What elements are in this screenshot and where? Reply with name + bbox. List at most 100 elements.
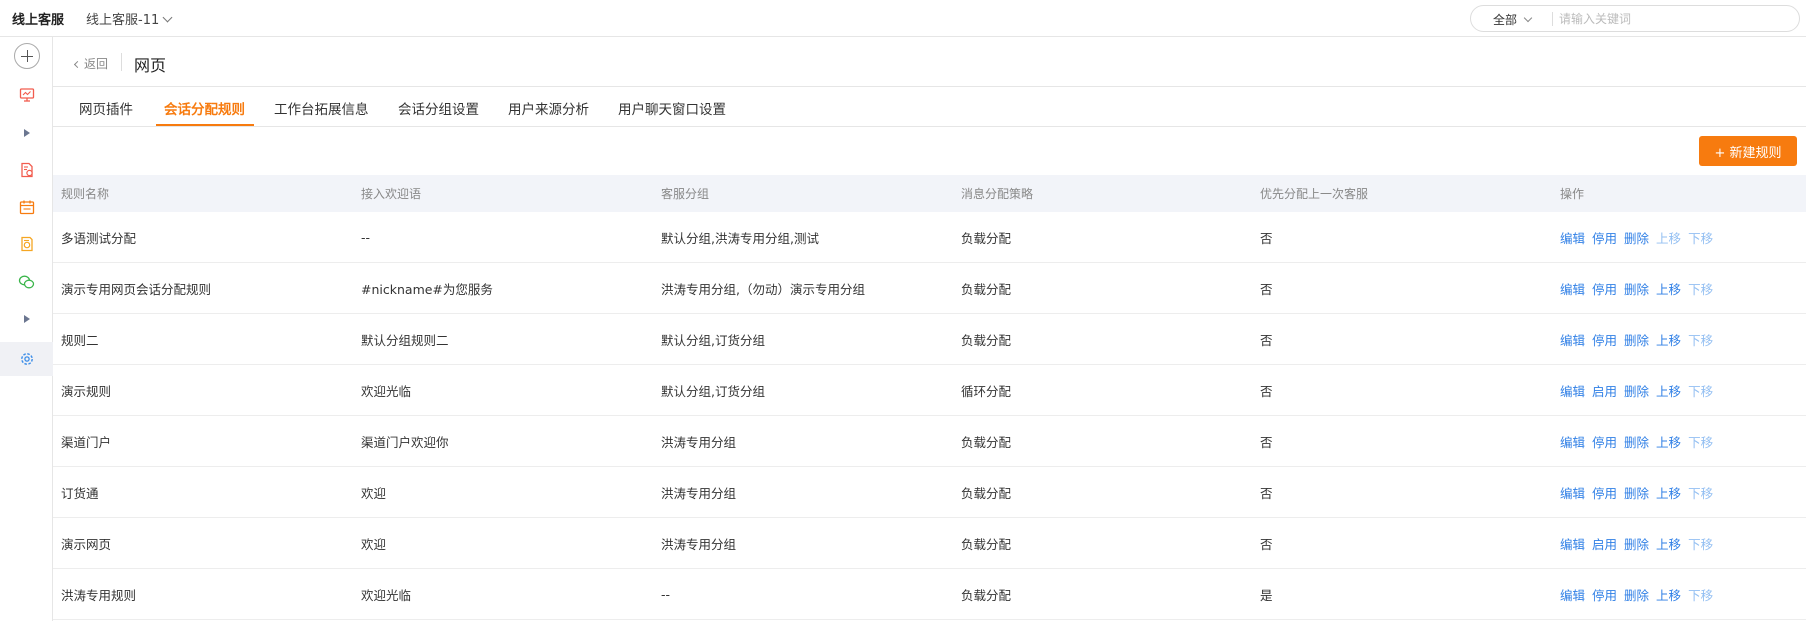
toggle-status-link[interactable]: 停用 [1592,228,1617,247]
table-body: 多语测试分配 -- 默认分组,洪涛专用分组,测试 负载分配否编辑 停用 删除 上移 下移 演示专… [53,212,1806,620]
rules-table: 规则名称 接入欢迎语 客服分组 消息分配策略 优先分配上一次客服 操作 多语测试… [53,175,1806,620]
workspace-selector[interactable]: 线上客服-11 [86,9,173,28]
rail-add-button[interactable] [0,39,53,73]
col-header-actions: 操作 [1560,187,1585,201]
delete-link[interactable]: 删除 [1624,330,1649,349]
tab-session-rules[interactable]: 会话分配规则 [164,98,245,118]
cell-assign-strategy: 负载分配 [961,332,1012,348]
move-down-link[interactable]: 下移 [1688,432,1713,451]
edit-link[interactable]: 编辑 [1560,381,1585,400]
move-up-link[interactable]: 上移 [1656,330,1681,349]
header-divider [121,53,122,71]
cell-actions: 编辑 停用 删除 上移 下移 [1560,416,1720,466]
table-row: 演示规则 欢迎光临 默认分组,订货分组 循环分配 否 编辑 启用 删除 上移 下移 [53,365,1806,416]
cell-actions: 编辑 启用 删除 上移 下移 [1560,365,1720,415]
rail-expand-2[interactable] [0,302,53,336]
cell-welcome-message: 欢迎光临 [361,383,412,399]
edit-link[interactable]: 编辑 [1560,432,1585,451]
rail-settings[interactable] [0,342,53,376]
delete-link[interactable]: 删除 [1624,228,1649,247]
table-row: 渠道门户 渠道门户欢迎你 洪涛专用分组 负载分配 否 编辑 停用 删除 上移 下移 [53,416,1806,467]
move-up-link[interactable]: 上移 [1656,228,1681,247]
move-down-link[interactable]: 下移 [1688,330,1713,349]
toggle-status-link[interactable]: 启用 [1592,534,1617,553]
toggle-status-link[interactable]: 停用 [1592,483,1617,502]
cell-prior-agent: 否 [1260,332,1273,348]
edit-link[interactable]: 编辑 [1560,585,1585,604]
back-link[interactable]: 返回 [73,55,108,72]
toggle-status-link[interactable]: 停用 [1592,279,1617,298]
tab-web-plugin[interactable]: 网页插件 [79,98,133,118]
move-up-link[interactable]: 上移 [1656,534,1681,553]
col-header-welcome: 接入欢迎语 [361,187,422,201]
edit-link[interactable]: 编辑 [1560,228,1585,247]
toggle-status-link[interactable]: 停用 [1592,432,1617,451]
new-rule-button[interactable]: + 新建规则 [1699,136,1797,166]
move-down-link[interactable]: 下移 [1688,228,1713,247]
edit-link[interactable]: 编辑 [1560,330,1585,349]
cell-service-group: 默认分组,洪涛专用分组,测试 [661,230,819,246]
search-input[interactable] [1559,9,1784,28]
add-icon [13,43,40,69]
cell-actions: 编辑 启用 删除 上移 下移 [1560,518,1720,568]
toggle-status-link[interactable]: 停用 [1592,585,1617,604]
delete-link[interactable]: 删除 [1624,585,1649,604]
cell-assign-strategy: 负载分配 [961,434,1012,450]
rail-document[interactable] [0,153,53,187]
cell-welcome-message: #nickname#为您服务 [361,281,493,297]
tab-workbench-info[interactable]: 工作台拓展信息 [274,98,369,118]
search-scope-label: 全部 [1493,13,1518,27]
move-down-link[interactable]: 下移 [1688,279,1713,298]
move-up-link[interactable]: 上移 [1656,483,1681,502]
cell-prior-agent: 否 [1260,281,1273,297]
cell-actions: 编辑 停用 删除 上移 下移 [1560,569,1720,619]
move-down-link[interactable]: 下移 [1688,585,1713,604]
col-header-strategy: 消息分配策略 [961,187,1034,201]
tab-chat-window-settings[interactable]: 用户聊天窗口设置 [618,98,726,118]
toggle-status-link[interactable]: 启用 [1592,381,1617,400]
move-up-link[interactable]: 上移 [1656,585,1681,604]
move-down-link[interactable]: 下移 [1688,381,1713,400]
move-down-link[interactable]: 下移 [1688,534,1713,553]
cell-assign-strategy: 负载分配 [961,281,1012,297]
rail-monitor[interactable] [0,78,53,112]
edit-link[interactable]: 编辑 [1560,483,1585,502]
tab-source-analysis[interactable]: 用户来源分析 [508,98,589,118]
tab-session-groups[interactable]: 会话分组设置 [398,98,479,118]
edit-link[interactable]: 编辑 [1560,534,1585,553]
chevron-left-icon [73,60,82,69]
toggle-status-link[interactable]: 停用 [1592,330,1617,349]
cell-prior-agent: 否 [1260,434,1273,450]
table-row: 演示网页 欢迎 洪涛专用分组 负载分配 否 编辑 启用 删除 上移 下移 [53,518,1806,569]
move-up-link[interactable]: 上移 [1656,432,1681,451]
delete-link[interactable]: 删除 [1624,279,1649,298]
cell-rule-name: 演示网页 [61,536,112,552]
cell-prior-agent: 否 [1260,383,1273,399]
move-up-link[interactable]: 上移 [1656,381,1681,400]
delete-link[interactable]: 删除 [1624,381,1649,400]
cell-assign-strategy: 循环分配 [961,383,1012,399]
rail-calendar[interactable] [0,190,53,224]
col-header-prior: 优先分配上一次客服 [1260,187,1369,201]
cell-assign-strategy: 负载分配 [961,536,1012,552]
rail-report[interactable] [0,227,53,261]
top-bar: 线上客服 线上客服-11 全部 [0,0,1806,37]
cell-service-group: 洪涛专用分组 [661,485,737,501]
cell-prior-agent: 否 [1260,485,1273,501]
delete-link[interactable]: 删除 [1624,534,1649,553]
app-brand: 线上客服 [12,13,65,28]
rail-expand-1[interactable] [0,116,53,150]
chevron-down-icon [1523,13,1533,23]
calendar-icon [19,200,34,215]
col-header-group: 客服分组 [661,187,710,201]
expand-arrow-icon [23,315,30,323]
move-down-link[interactable]: 下移 [1688,483,1713,502]
delete-link[interactable]: 删除 [1624,483,1649,502]
rail-chat[interactable] [0,265,53,299]
table-row: 规则二 默认分组规则二 默认分组,订货分组 负载分配 否 编辑 停用 删除 上移 下移 [53,314,1806,365]
edit-link[interactable]: 编辑 [1560,279,1585,298]
search-scope-select[interactable]: 全部 [1493,11,1533,28]
delete-link[interactable]: 删除 [1624,432,1649,451]
global-search: 全部 [1470,5,1800,32]
move-up-link[interactable]: 上移 [1656,279,1681,298]
